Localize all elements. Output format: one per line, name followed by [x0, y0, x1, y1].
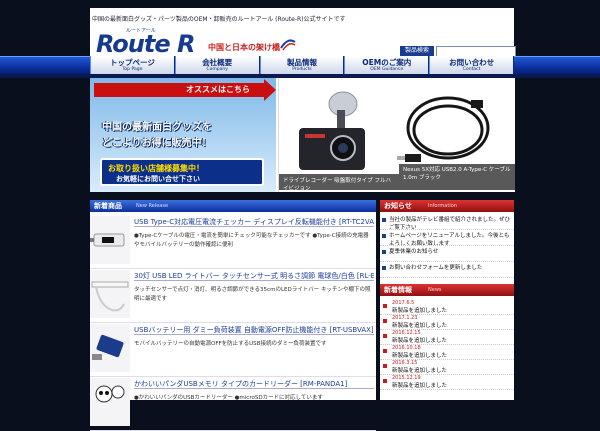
news-text: 新製品を追加しました [392, 353, 448, 359]
news-item[interactable]: 2016.3.15 新製品を追加しました [380, 360, 514, 375]
info-item[interactable]: ホームページをリニューアルしました。今後ともよろしくお願い致します [380, 230, 514, 246]
nav-sublabel: Contact [462, 66, 481, 72]
divider [0, 192, 600, 198]
nav-label: 製品情報 [286, 57, 317, 67]
info-text: 夏季休業のお知らせ [389, 249, 439, 255]
news-text: 新製品を追加しました [392, 383, 448, 389]
bullet-icon [382, 250, 386, 254]
nav-oem[interactable]: OEMのご案内 OEM Guidance [344, 56, 430, 74]
info-text: ホームページをリニューアルしました。今後ともよろしくお願い致します [389, 233, 510, 246]
product-title[interactable]: USB Type-C対応電圧電流チェッカー ディスプレイ反転機能付き [RT-T… [134, 217, 374, 227]
section-title: 新着情報 [384, 286, 412, 294]
dashcam-image[interactable] [291, 88, 371, 178]
info-item[interactable]: お問い合わせフォームを更新しました [380, 262, 514, 278]
info-item[interactable]: 夏季休業のお知らせ [380, 246, 514, 262]
product-description: ●Type-Cケーブルの電圧・電流を簡単にチェック可能なチェッカーです ●Typ… [134, 233, 369, 248]
section-subtitle: News [428, 287, 442, 293]
product-thumbnail[interactable] [90, 216, 130, 264]
nav-label: 会社概要 [202, 57, 233, 67]
hero-banner: オススメはこちら 中国の最新面白グッズを どこよりお得に販売中！ お取り扱い店舗… [90, 78, 515, 192]
news-list: 2017.6.5 新製品を追加しました 2017.1.23 新製品を追加しました 2… [380, 300, 514, 390]
nav-sublabel: Top Page [122, 66, 143, 72]
news-item[interactable]: 2017.1.23 新製品を追加しました [380, 315, 514, 330]
search-label: 製品検索 [400, 46, 434, 56]
nav-contact[interactable]: お問い合わせ Contact [429, 56, 514, 74]
news-text: 新製品を追加しました [392, 308, 448, 314]
news-item[interactable]: 2016.10.18 新製品を追加しました [380, 345, 514, 360]
nav-label: OEMのご案内 [362, 57, 412, 67]
news-item[interactable]: 2016.12.15 新製品を追加しました [380, 330, 514, 345]
site-logo[interactable]: Route R [96, 30, 195, 58]
bullet-icon [382, 266, 386, 270]
site-tagline: 中国の最新面白グッズ・パーツ製品のOEM・卸販売のルートアール (Route-R… [92, 16, 346, 23]
product-search: 製品検索 [400, 46, 516, 58]
product-thumbnail[interactable] [90, 378, 130, 426]
bullet-icon [383, 349, 387, 353]
main-nav: トップページ Top Page 会社概要 Company 製品情報 Produc… [90, 56, 514, 74]
sidebar: お知らせ Information 当社の製品がテレビ番組で紹介されました。ぜひご… [380, 200, 514, 400]
info-text: お問い合わせフォームを更新しました [389, 265, 483, 271]
product-item[interactable]: USB Type-C対応電圧電流チェッカー ディスプレイ反転機能付き [RT-T… [90, 214, 376, 269]
bullet-icon [383, 379, 387, 383]
hero-promo[interactable]: オススメはこちら 中国の最新面白グッズを どこよりお得に販売中！ お取り扱い店舗… [90, 78, 276, 192]
site-header: 中国の最新面白グッズ・パーツ製品のOEM・卸販売のルートアール (Route-R… [90, 8, 516, 58]
info-header: お知らせ Information [380, 200, 514, 212]
page: 中国の最新面白グッズ・パーツ製品のOEM・卸販売のルートアール (Route-R… [0, 0, 600, 431]
info-text: 当社の製品がテレビ番組で紹介されました。ぜひご覧下さい [389, 217, 511, 230]
info-item[interactable]: 当社の製品がテレビ番組で紹介されました。ぜひご覧下さい [380, 214, 514, 230]
caption-dashcam[interactable]: ドライブレコーダー 吸盤取付タイプ フルハイビジョン [279, 174, 399, 192]
bullet-icon [383, 364, 387, 368]
recruit-text: お取り扱い店舗様募集中！ [108, 164, 204, 173]
site-catchphrase: 中国と日本の架け橋 [208, 43, 280, 52]
nav-company[interactable]: 会社概要 Company [174, 56, 260, 74]
recruit-badge[interactable]: お取り扱い店舗様募集中！ お気軽にお問い合せ下さい [100, 158, 264, 186]
hero-headline-1: 中国の最新面白グッズを [102, 122, 212, 133]
hero-headline-2: どこよりお得に販売中！ [102, 138, 212, 149]
bullet-icon [382, 234, 386, 238]
news-text: 新製品を追加しました [392, 368, 448, 374]
nav-sublabel: Products [292, 66, 312, 72]
news-text: 新製品を追加しました [392, 323, 448, 329]
bullet-icon [383, 334, 387, 338]
contact-prompt: お気軽にお問い合せ下さい [116, 175, 200, 183]
recommend-banner: オススメはこちら [94, 83, 266, 97]
bullet-icon [382, 218, 386, 222]
product-title[interactable]: かわいいパンダUSBメモリ タイプのカードリーダー [RM-PANDA1] [134, 379, 374, 389]
section-subtitle: New Release [136, 203, 169, 209]
product-thumbnail[interactable] [90, 324, 130, 372]
arrow-right-icon [264, 79, 276, 101]
product-item[interactable]: 30灯 USB LED ライトバー タッチセンサー式 明るさ調節 電球色/白色 … [90, 268, 376, 323]
product-title[interactable]: USBバッテリー用 ダミー負荷装置 自動電源OFF防止機能付き [RT-USBV… [134, 325, 374, 335]
nav-sublabel: OEM Guidance [370, 66, 404, 72]
news-header: 新着情報 News [380, 284, 514, 296]
bullet-icon [383, 319, 387, 323]
swoosh-icon [280, 39, 296, 51]
product-description: タッチセンサーで点灯・消灯、明るさ調節ができる35cmのLEDライトバー キッチ… [134, 287, 371, 302]
nav-products[interactable]: 製品情報 Products [259, 56, 345, 74]
nav-label: トップページ [109, 57, 155, 67]
new-products-header: 新着商品 New Release [90, 200, 376, 212]
featured-products: ドライブレコーダー 吸盤取付タイプ フルハイビジョン Nexus 5X対応 US… [278, 78, 515, 192]
product-thumbnail[interactable] [90, 270, 130, 318]
product-item[interactable]: USBバッテリー用 ダミー負荷装置 自動電源OFF防止機能付き [RT-USBV… [90, 322, 376, 377]
section-title: 新着商品 [94, 202, 122, 210]
product-description: ●かわいいパンダのUSBカードリーダー ●microSDカードに対応しています [134, 395, 323, 401]
section-title: お知らせ [384, 202, 412, 210]
caption-cable[interactable]: Nexus 5X対応 USB2.0 A-Type-C ケーブル 1.0m ブラッ… [399, 164, 515, 190]
info-list: 当社の製品がテレビ番組で紹介されました。ぜひご覧下さい ホームページをリニューア… [380, 214, 514, 278]
news-item[interactable]: 2017.6.5 新製品を追加しました [380, 300, 514, 315]
news-item[interactable]: 2015.12.19 新製品を追加しました [380, 375, 514, 390]
new-products-section: 新着商品 New Release USB Type-C対応電圧電流チェッカー デ… [90, 200, 376, 431]
nav-label: お問い合わせ [449, 57, 495, 67]
nav-sublabel: Company [206, 66, 228, 72]
section-subtitle: Information [428, 203, 457, 209]
product-description: モバイルバッテリーの自動電源OFFを防止するUSB接続のダミー負荷装置です [134, 341, 327, 347]
news-text: 新製品を追加しました [392, 338, 448, 344]
product-title[interactable]: 30灯 USB LED ライトバー タッチセンサー式 明るさ調節 電球色/白色 … [134, 271, 374, 281]
bullet-icon [383, 304, 387, 308]
product-item[interactable]: かわいいパンダUSBメモリ タイプのカードリーダー [RM-PANDA1] ●か… [90, 376, 376, 431]
nav-top-page[interactable]: トップページ Top Page [90, 56, 175, 74]
